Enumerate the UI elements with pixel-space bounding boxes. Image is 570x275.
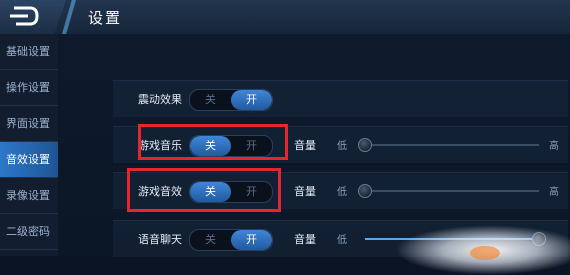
volume-label: 音量: [294, 185, 316, 198]
volume-label: 音量: [294, 233, 316, 246]
sidebar-item-label: 音效设置: [6, 153, 50, 166]
volume-label: 音量: [294, 139, 316, 152]
sidebar-item-label: 界面设置: [6, 117, 50, 130]
sidebar: 基础设置 操作设置 界面设置 音效设置 录像设置 二级密码: [0, 34, 59, 256]
back-arrow-icon: [10, 6, 39, 26]
volume-high-label: 高: [549, 141, 559, 152]
vibration-toggle[interactable]: 关 开: [189, 89, 273, 111]
volume-high-label: 高: [549, 187, 559, 198]
top-bar: 设置: [0, 0, 570, 35]
sidebar-item-password[interactable]: 二级密码: [0, 214, 58, 250]
game-sfx-volume-slider[interactable]: [358, 184, 539, 198]
vibration-off-option[interactable]: 关: [190, 90, 231, 110]
sidebar-item-sound[interactable]: 音效设置: [0, 142, 58, 178]
light-glow-core: [470, 246, 500, 260]
sidebar-item-interface[interactable]: 界面设置: [0, 106, 58, 142]
voice-chat-on-option[interactable]: 开: [231, 230, 272, 250]
annotation-box-music: [138, 124, 288, 160]
slider-thumb[interactable]: [358, 138, 372, 152]
vibration-on-option[interactable]: 开: [231, 90, 272, 110]
vibration-row: 震动效果 关 开: [113, 80, 568, 117]
game-music-volume-slider[interactable]: [358, 138, 539, 152]
sidebar-item-label: 录像设置: [6, 189, 50, 202]
sidebar-item-controls[interactable]: 操作设置: [0, 70, 58, 106]
annotation-box-sfx: [127, 168, 281, 212]
page-title: 设置: [88, 9, 123, 27]
voice-chat-toggle[interactable]: 关 开: [189, 229, 273, 251]
volume-low-label: 低: [337, 187, 347, 198]
back-button[interactable]: [0, 0, 66, 34]
sidebar-item-basic[interactable]: 基础设置: [0, 34, 58, 70]
voice-chat-off-option[interactable]: 关: [190, 230, 231, 250]
sidebar-item-replay[interactable]: 录像设置: [0, 178, 58, 214]
voice-chat-label: 语音聊天: [138, 233, 182, 246]
vibration-label: 震动效果: [138, 93, 182, 106]
sound-settings-panel: 震动效果 关 开 游戏音乐 关 开 音量 低 高 游戏音效 关 开 音量 低 高…: [58, 34, 570, 257]
slider-thumb[interactable]: [358, 184, 372, 198]
sidebar-item-label: 基础设置: [6, 45, 50, 58]
sidebar-item-label: 操作设置: [6, 81, 50, 94]
volume-low-label: 低: [337, 235, 347, 246]
volume-low-label: 低: [337, 141, 347, 152]
sidebar-item-label: 二级密码: [6, 225, 50, 238]
